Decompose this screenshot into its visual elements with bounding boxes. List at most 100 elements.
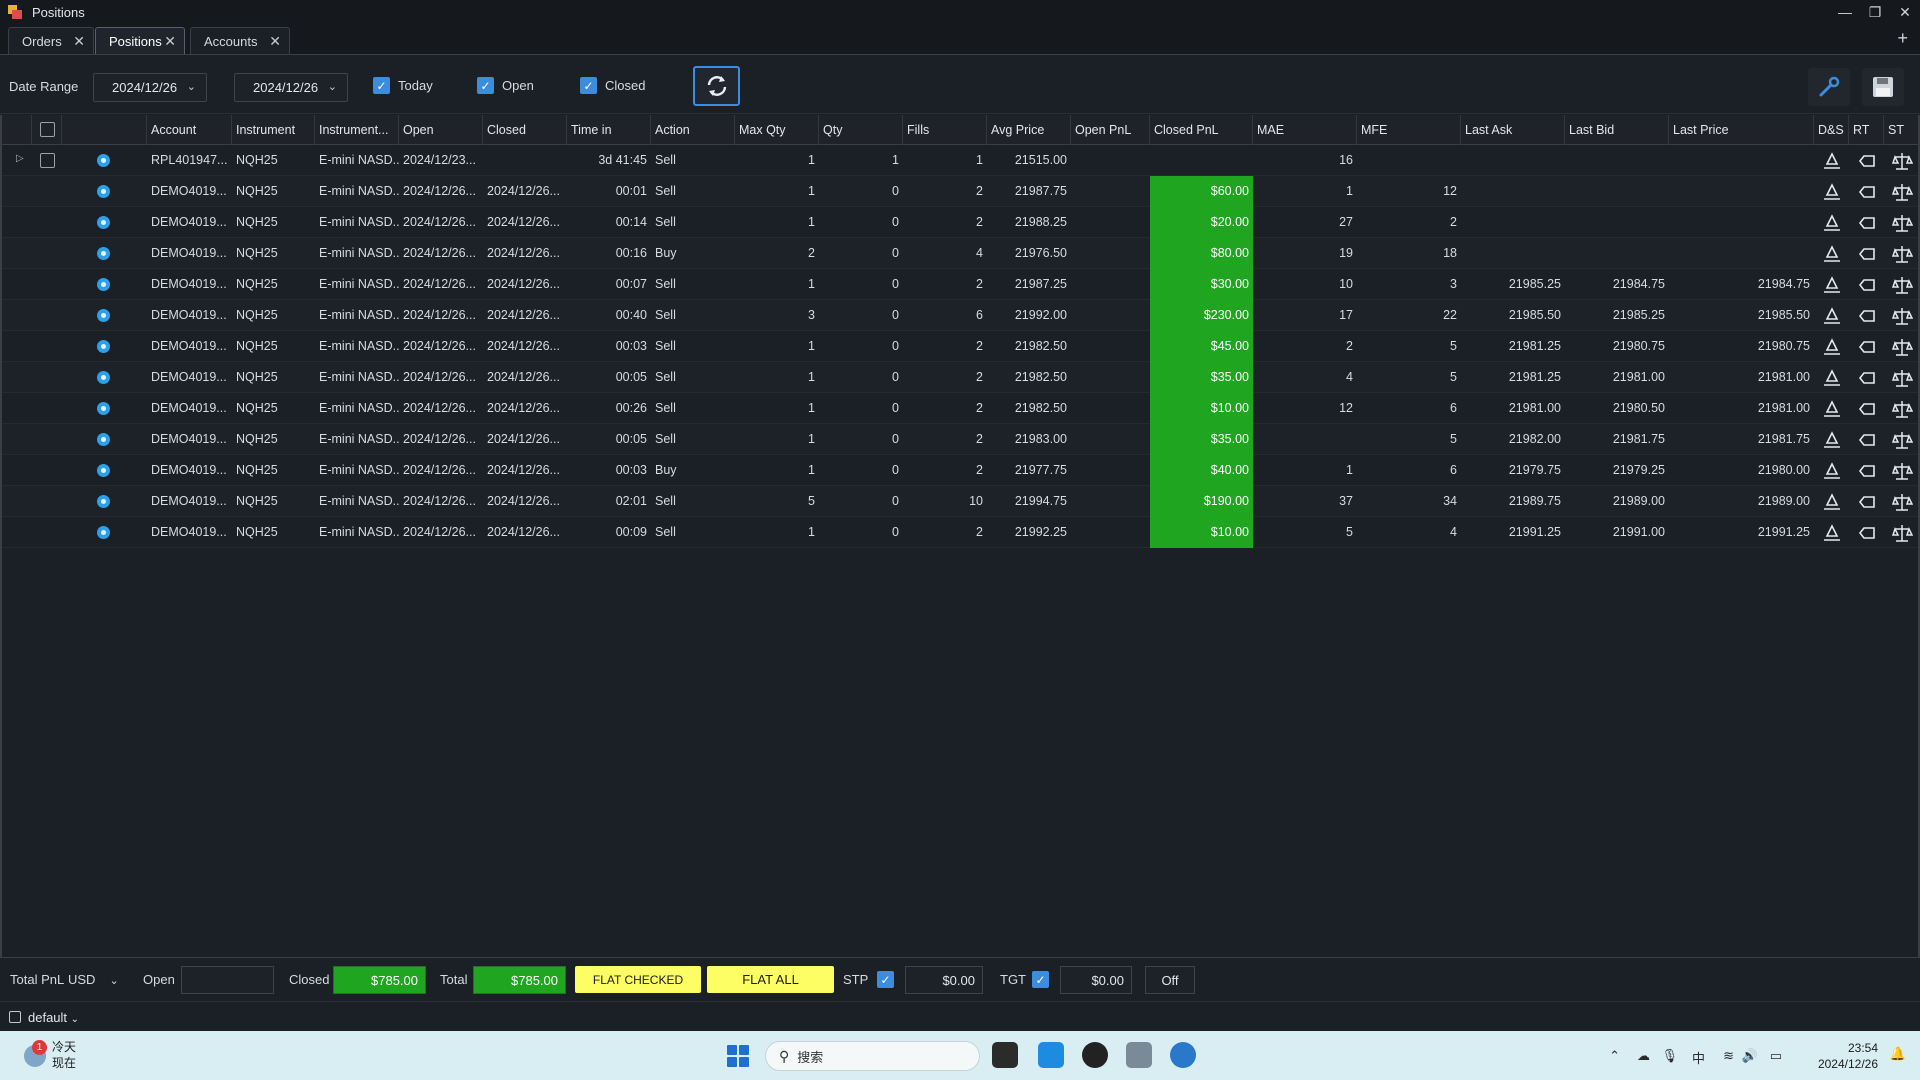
st-icon[interactable] [1891,522,1914,544]
microphone-icon[interactable]: 🎙 [1661,1048,1678,1064]
col-instrument[interactable]: Instrument [232,115,315,145]
start-button[interactable] [727,1045,749,1067]
volume-icon[interactable]: 🔊 [1742,1048,1758,1064]
ds-icon[interactable] [1821,522,1843,544]
col-time-in[interactable]: Time in [567,115,651,145]
col-last-price[interactable]: Last Price [1669,115,1814,145]
st-icon[interactable] [1891,398,1914,420]
table-row[interactable]: DEMO4019... NQH25 E-mini NASD... 2024/12/26… [2,269,1918,300]
ds-icon[interactable] [1821,212,1843,234]
obs-icon[interactable] [1082,1042,1108,1068]
rt-icon[interactable] [1856,460,1878,482]
rt-icon[interactable] [1856,367,1878,389]
currency-dropdown[interactable]: USD ⌄ [68,972,119,987]
rt-icon[interactable] [1856,398,1878,420]
tab-positions[interactable]: Positions ✕ [95,27,185,54]
date-to-dropdown[interactable]: 2024/12/26 ⌄ [234,73,348,102]
workspace-dropdown[interactable]: default ⌄ [28,1010,79,1025]
select-all-header[interactable] [32,115,62,145]
st-icon[interactable] [1891,150,1914,172]
table-row[interactable]: DEMO4019... NQH25 E-mini NASD... 2024/12/26… [2,455,1918,486]
cloud-icon[interactable]: ☁ [1637,1048,1650,1064]
table-row[interactable]: DEMO4019... NQH25 E-mini NASD... 2024/12/26… [2,331,1918,362]
col-ds[interactable]: D&S [1814,115,1849,145]
flat-checked-button[interactable]: FLAT CHECKED [575,966,701,993]
weather-widget[interactable]: 1 冷天 现在 [24,1039,76,1071]
table-row[interactable]: DEMO4019... NQH25 E-mini NASD... 2024/12/26… [2,238,1918,269]
battery-icon[interactable]: ▭ [1770,1048,1782,1064]
restore-button[interactable]: ❐ [1860,0,1890,24]
trading-app-icon[interactable] [1170,1042,1196,1068]
ds-icon[interactable] [1821,336,1843,358]
ds-icon[interactable] [1821,460,1843,482]
col-fills[interactable]: Fills [903,115,987,145]
rt-icon[interactable] [1856,150,1878,172]
col-rt[interactable]: RT [1849,115,1884,145]
taskbar-search[interactable]: ⚲ 搜索 [765,1041,980,1071]
st-icon[interactable] [1891,336,1914,358]
select-all-checkbox[interactable] [40,122,55,137]
table-row[interactable]: DEMO4019... NQH25 E-mini NASD... 2024/12/26… [2,424,1918,455]
settings-button[interactable] [1808,68,1850,106]
col-last-ask[interactable]: Last Ask [1461,115,1565,145]
row-checkbox[interactable] [40,153,55,168]
table-row[interactable]: DEMO4019... NQH25 E-mini NASD... 2024/12/26… [2,207,1918,238]
table-row[interactable]: DEMO4019... NQH25 E-mini NASD... 2024/12/26… [2,176,1918,207]
col-mae[interactable]: MAE [1253,115,1357,145]
rt-icon[interactable] [1856,336,1878,358]
st-icon[interactable] [1891,367,1914,389]
col-open-pnl[interactable]: Open PnL [1071,115,1150,145]
ds-icon[interactable] [1821,491,1843,513]
st-icon[interactable] [1891,274,1914,296]
col-open[interactable]: Open [399,115,483,145]
tgt-value-field[interactable]: $0.00 [1060,966,1132,994]
st-icon[interactable] [1891,181,1914,203]
closed-checkbox[interactable]: ✓ Closed [580,77,645,94]
close-window-button[interactable]: ✕ [1890,0,1920,24]
ds-icon[interactable] [1821,243,1843,265]
col-st[interactable]: ST [1884,115,1918,145]
open-checkbox[interactable]: ✓ Open [477,77,534,94]
st-icon[interactable] [1891,460,1914,482]
wifi-icon[interactable]: ≋ [1723,1048,1734,1064]
col-qty[interactable]: Qty [819,115,903,145]
rt-icon[interactable] [1856,181,1878,203]
ds-icon[interactable] [1821,150,1843,172]
date-from-dropdown[interactable]: 2024/12/26 ⌄ [93,73,207,102]
tab-accounts[interactable]: Accounts ✕ [190,27,290,54]
st-icon[interactable] [1891,243,1914,265]
table-row[interactable]: DEMO4019... NQH25 E-mini NASD... 2024/12/26… [2,300,1918,331]
expand-arrow-icon[interactable]: ▷ [16,153,24,164]
rt-icon[interactable] [1856,212,1878,234]
st-icon[interactable] [1891,429,1914,451]
col-closed-pnl[interactable]: Closed PnL [1150,115,1253,145]
table-row[interactable]: ▷ RPL401947... NQH25 E-mini NASD... 2024/12/… [2,145,1918,176]
tgt-checkbox[interactable]: ✓ [1032,971,1049,988]
col-instrument-desc[interactable]: Instrument... [315,115,399,145]
st-icon[interactable] [1891,305,1914,327]
col-action[interactable]: Action [651,115,735,145]
st-icon[interactable] [1891,491,1914,513]
stp-value-field[interactable]: $0.00 [905,966,983,994]
add-tab-icon[interactable]: + [1897,28,1908,49]
chevron-up-icon[interactable]: ⌃ [1609,1048,1620,1064]
ds-icon[interactable] [1821,305,1843,327]
ds-icon[interactable] [1821,181,1843,203]
rt-icon[interactable] [1856,274,1878,296]
refresh-button[interactable] [693,66,740,106]
col-closed[interactable]: Closed [483,115,567,145]
minimize-button[interactable]: — [1830,0,1860,24]
notification-bell-icon[interactable]: 🔔 [1890,1046,1906,1062]
rt-icon[interactable] [1856,522,1878,544]
close-tab-icon[interactable]: ✕ [269,33,281,50]
app-blue-icon[interactable] [1038,1042,1064,1068]
table-row[interactable]: DEMO4019... NQH25 E-mini NASD... 2024/12/26… [2,486,1918,517]
clock[interactable]: 23:54 2024/12/26 [1818,1040,1878,1072]
close-tab-icon[interactable]: ✕ [164,33,176,50]
save-button[interactable] [1862,68,1904,106]
rt-icon[interactable] [1856,305,1878,327]
table-row[interactable]: DEMO4019... NQH25 E-mini NASD... 2024/12/26… [2,517,1918,548]
table-row[interactable]: DEMO4019... NQH25 E-mini NASD... 2024/12/26… [2,393,1918,424]
rt-icon[interactable] [1856,243,1878,265]
col-max-qty[interactable]: Max Qty [735,115,819,145]
